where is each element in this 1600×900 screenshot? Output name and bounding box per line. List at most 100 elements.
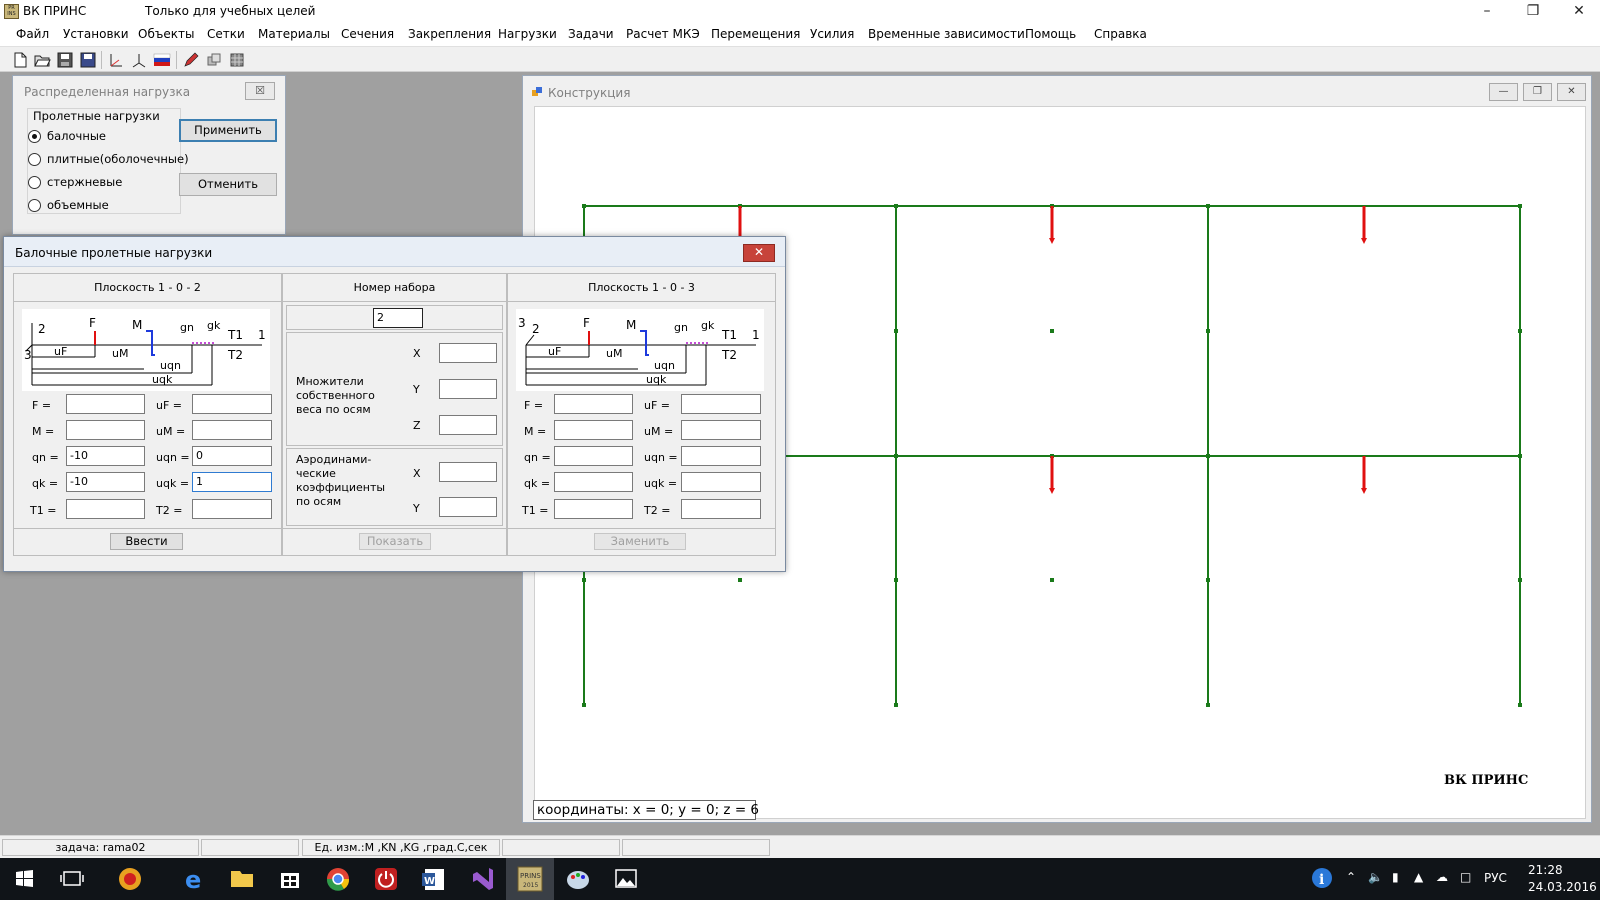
- menu-grids[interactable]: Сетки: [207, 27, 245, 41]
- save-all-icon[interactable]: [79, 51, 97, 69]
- input-uqk[interactable]: [681, 472, 761, 492]
- menu-displacements[interactable]: Перемещения: [711, 27, 800, 41]
- open-folder-icon[interactable]: [33, 51, 51, 69]
- self-weight-z-input[interactable]: [439, 415, 497, 435]
- menu-forces[interactable]: Усилия: [810, 27, 854, 41]
- menu-tasks[interactable]: Задачи: [568, 27, 614, 41]
- power-app-icon[interactable]: [362, 858, 410, 900]
- enter-button[interactable]: Ввести: [110, 533, 183, 550]
- input-uqn[interactable]: [681, 446, 761, 466]
- save-icon[interactable]: [56, 51, 74, 69]
- menu-objects[interactable]: Объекты: [138, 27, 194, 41]
- axes-3d-icon[interactable]: [130, 51, 148, 69]
- menu-fem[interactable]: Расчет МКЭ: [626, 27, 700, 41]
- menu-loads[interactable]: Нагрузки: [498, 27, 557, 41]
- input-qk[interactable]: [554, 472, 633, 492]
- pencil-icon[interactable]: [182, 51, 200, 69]
- restore-icon[interactable]: ❐: [1523, 83, 1552, 101]
- self-weight-x-input[interactable]: [439, 343, 497, 363]
- close-icon[interactable]: ☒: [245, 82, 275, 100]
- aero-y-input[interactable]: [439, 497, 497, 517]
- input-T1[interactable]: [554, 499, 633, 519]
- input-uF[interactable]: [681, 394, 761, 414]
- input-qn[interactable]: [554, 446, 633, 466]
- input-T2[interactable]: [192, 499, 272, 519]
- radio-plate[interactable]: плитные(оболочечные): [28, 152, 189, 166]
- input-uM[interactable]: [681, 420, 761, 440]
- edge-browser-icon[interactable]: e: [170, 858, 218, 900]
- language-indicator[interactable]: РУС: [1484, 871, 1507, 885]
- notifications-icon[interactable]: □: [1460, 870, 1471, 884]
- status-task: задача: rama02: [2, 839, 199, 856]
- input-uqn[interactable]: 0: [192, 446, 272, 466]
- windows-start-icon[interactable]: [0, 858, 48, 900]
- info-tray-icon[interactable]: i: [1310, 866, 1334, 890]
- plane-103-footer: Заменить: [508, 528, 775, 555]
- input-uqk[interactable]: 1: [192, 472, 272, 492]
- set-number-input[interactable]: 2: [373, 308, 423, 328]
- title-bar: PR INS ВК ПРИНС Только для учебных целей …: [0, 0, 1600, 24]
- battery-icon[interactable]: ▮: [1392, 870, 1399, 884]
- close-button[interactable]: ✕: [1556, 0, 1600, 24]
- volume-icon[interactable]: 🔈: [1368, 870, 1383, 884]
- show-hidden-icon[interactable]: ⌃: [1346, 870, 1356, 884]
- input-qk[interactable]: -10: [66, 472, 145, 492]
- input-M[interactable]: [66, 420, 145, 440]
- menu-file[interactable]: Файл: [16, 27, 49, 41]
- menu-sections[interactable]: Сечения: [341, 27, 394, 41]
- photos-icon[interactable]: [602, 858, 650, 900]
- axes-icon[interactable]: [107, 51, 125, 69]
- schema-uqn: uqn: [654, 359, 675, 372]
- input-F[interactable]: [66, 394, 145, 414]
- minimize-icon[interactable]: —: [1489, 83, 1518, 101]
- aero-x-input[interactable]: [439, 462, 497, 482]
- app-orange-circle-icon[interactable]: [106, 858, 154, 900]
- maximize-button[interactable]: ❐: [1510, 0, 1556, 24]
- task-view-icon[interactable]: [48, 858, 96, 900]
- word-icon[interactable]: W: [410, 858, 458, 900]
- visual-studio-icon[interactable]: [458, 858, 506, 900]
- cloud-sync-icon[interactable]: ☁: [1436, 870, 1448, 884]
- prins-app-icon[interactable]: PRINS 2015: [506, 858, 554, 900]
- menu-time-dependencies[interactable]: Временные зависимости: [868, 27, 1025, 41]
- minimize-button[interactable]: –: [1464, 0, 1510, 24]
- layers-icon[interactable]: [205, 51, 223, 69]
- grid-icon[interactable]: [228, 51, 246, 69]
- status-empty-2: [502, 839, 620, 856]
- clock-date[interactable]: 24.03.2016: [1528, 880, 1597, 894]
- paint-icon[interactable]: [554, 858, 602, 900]
- schema-axis-3: 3: [518, 316, 526, 330]
- menu-materials[interactable]: Материалы: [258, 27, 330, 41]
- menu-supports[interactable]: Закрепления: [408, 27, 491, 41]
- show-button[interactable]: Показать: [359, 533, 431, 550]
- input-T2[interactable]: [681, 499, 761, 519]
- self-weight-y-input[interactable]: [439, 379, 497, 399]
- label-uqk: uqk =: [644, 477, 678, 490]
- frame-node: [1206, 578, 1210, 582]
- input-uM[interactable]: [192, 420, 272, 440]
- clock-time[interactable]: 21:28: [1528, 863, 1563, 877]
- menu-help[interactable]: Помощь: [1025, 27, 1076, 41]
- replace-button[interactable]: Заменить: [594, 533, 686, 550]
- input-T1[interactable]: [66, 499, 145, 519]
- input-M[interactable]: [554, 420, 633, 440]
- chrome-icon[interactable]: [314, 858, 362, 900]
- label-uF: uF =: [156, 399, 183, 412]
- close-icon[interactable]: ✕: [743, 244, 775, 262]
- input-uF[interactable]: [192, 394, 272, 414]
- new-file-icon[interactable]: [11, 51, 29, 69]
- radio-rod[interactable]: стержневые: [28, 175, 122, 189]
- file-explorer-icon[interactable]: [218, 858, 266, 900]
- input-F[interactable]: [554, 394, 633, 414]
- menu-settings[interactable]: Установки: [63, 27, 129, 41]
- cancel-button[interactable]: Отменить: [179, 173, 277, 196]
- store-icon[interactable]: [266, 858, 314, 900]
- menu-reference[interactable]: Справка: [1094, 27, 1147, 41]
- radio-volume[interactable]: объемные: [28, 198, 109, 212]
- close-icon[interactable]: ✕: [1557, 83, 1586, 101]
- russian-flag-icon[interactable]: [153, 51, 171, 69]
- radio-beam[interactable]: балочные: [28, 129, 106, 143]
- network-icon[interactable]: ▲: [1414, 870, 1423, 884]
- input-qn[interactable]: -10: [66, 446, 145, 466]
- apply-button[interactable]: Применить: [179, 119, 277, 142]
